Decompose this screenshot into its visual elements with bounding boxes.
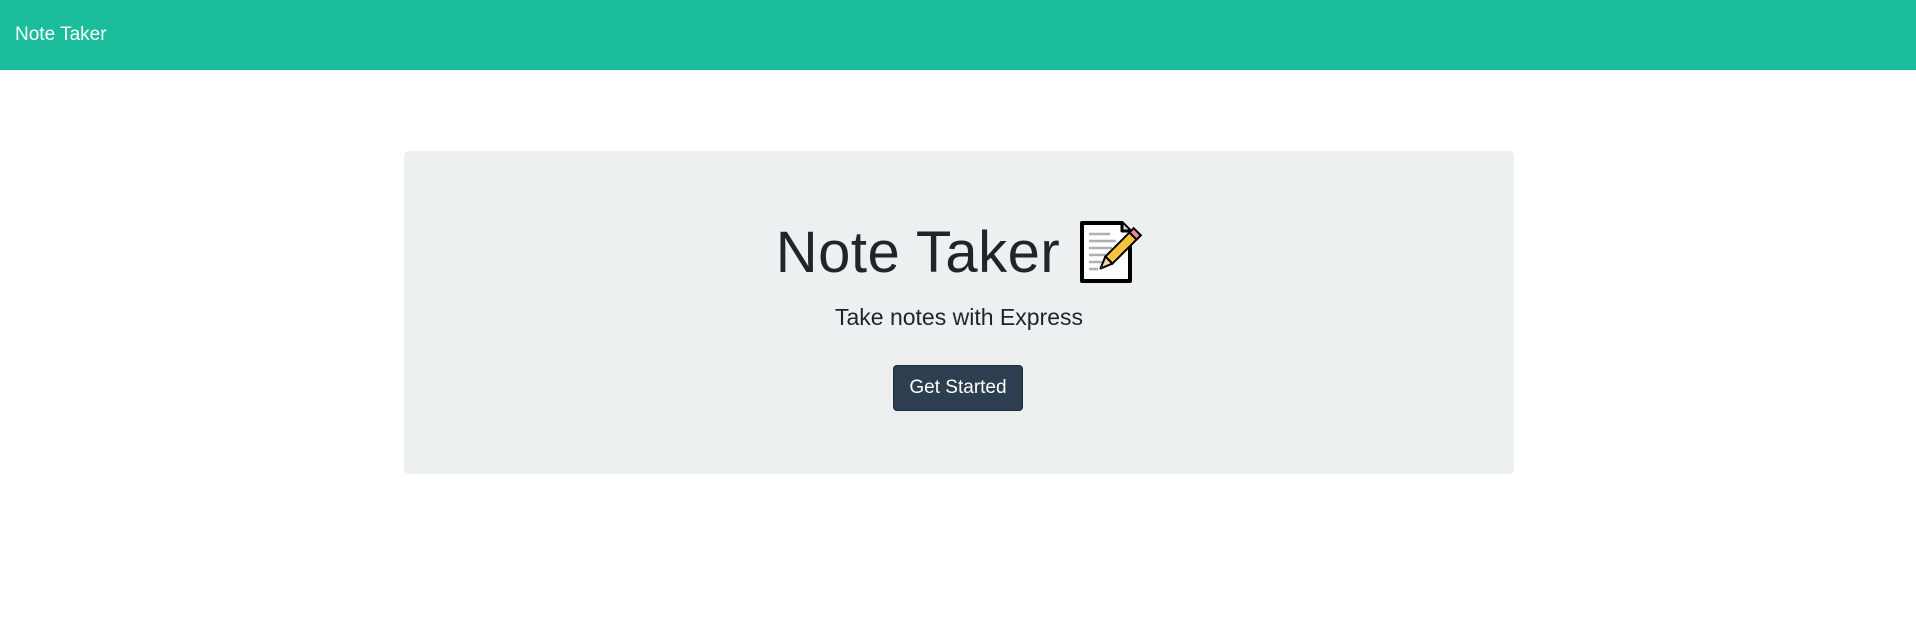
hero-title-row: Note Taker xyxy=(404,217,1514,287)
get-started-button[interactable]: Get Started xyxy=(893,365,1023,411)
navbar-brand-link[interactable]: Note Taker xyxy=(15,24,107,46)
hero-subtitle: Take notes with Express xyxy=(834,304,1083,330)
page-title: Note Taker xyxy=(775,219,1061,285)
navbar: Note Taker xyxy=(0,0,1916,70)
memo-icon xyxy=(1080,221,1143,283)
hero-jumbotron: Note Taker Take notes with Express Get S… xyxy=(404,151,1514,474)
